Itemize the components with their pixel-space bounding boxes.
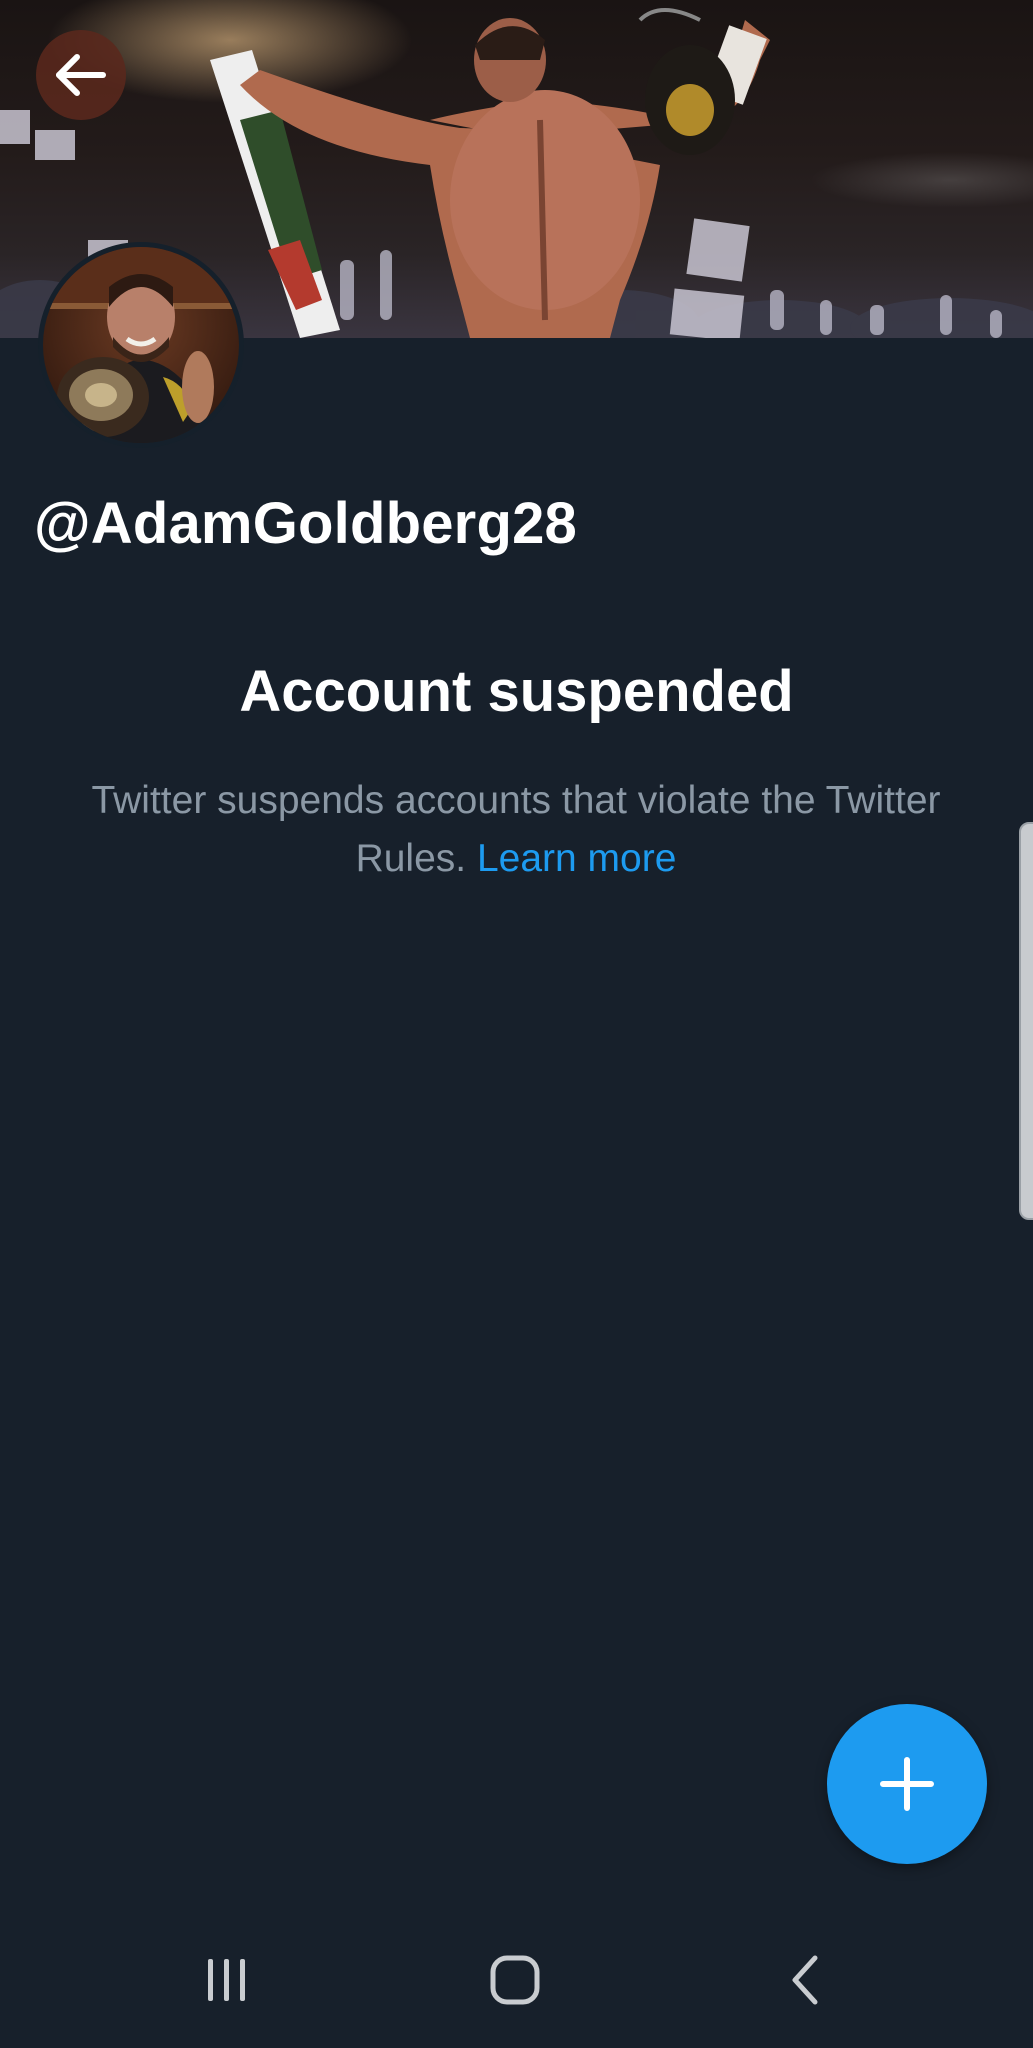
recent-apps-icon: [208, 1959, 245, 2001]
compose-button[interactable]: [827, 1704, 987, 1864]
profile-screen: @AdamGoldberg28 Account suspended Twitte…: [0, 0, 1033, 2048]
suspension-title: Account suspended: [239, 659, 794, 724]
scrollbar-thumb[interactable]: [1019, 822, 1033, 1220]
plus-icon: [880, 1757, 934, 1811]
learn-more-link[interactable]: Learn more: [477, 837, 676, 880]
avatar-photo: [43, 247, 239, 443]
avatar[interactable]: [38, 242, 244, 448]
back-button[interactable]: [36, 30, 126, 120]
home-icon: [490, 1955, 540, 2005]
arrow-left-icon: [56, 54, 106, 96]
chevron-left-icon: [792, 1955, 818, 2005]
suspension-message-block: Twitter suspends accounts that violate t…: [86, 772, 946, 888]
system-nav-bar: [0, 1900, 1033, 2048]
profile-handle: @AdamGoldberg28: [34, 491, 577, 556]
recent-apps-button[interactable]: [187, 1940, 267, 2020]
home-button[interactable]: [475, 1940, 555, 2020]
system-back-button[interactable]: [765, 1940, 845, 2020]
